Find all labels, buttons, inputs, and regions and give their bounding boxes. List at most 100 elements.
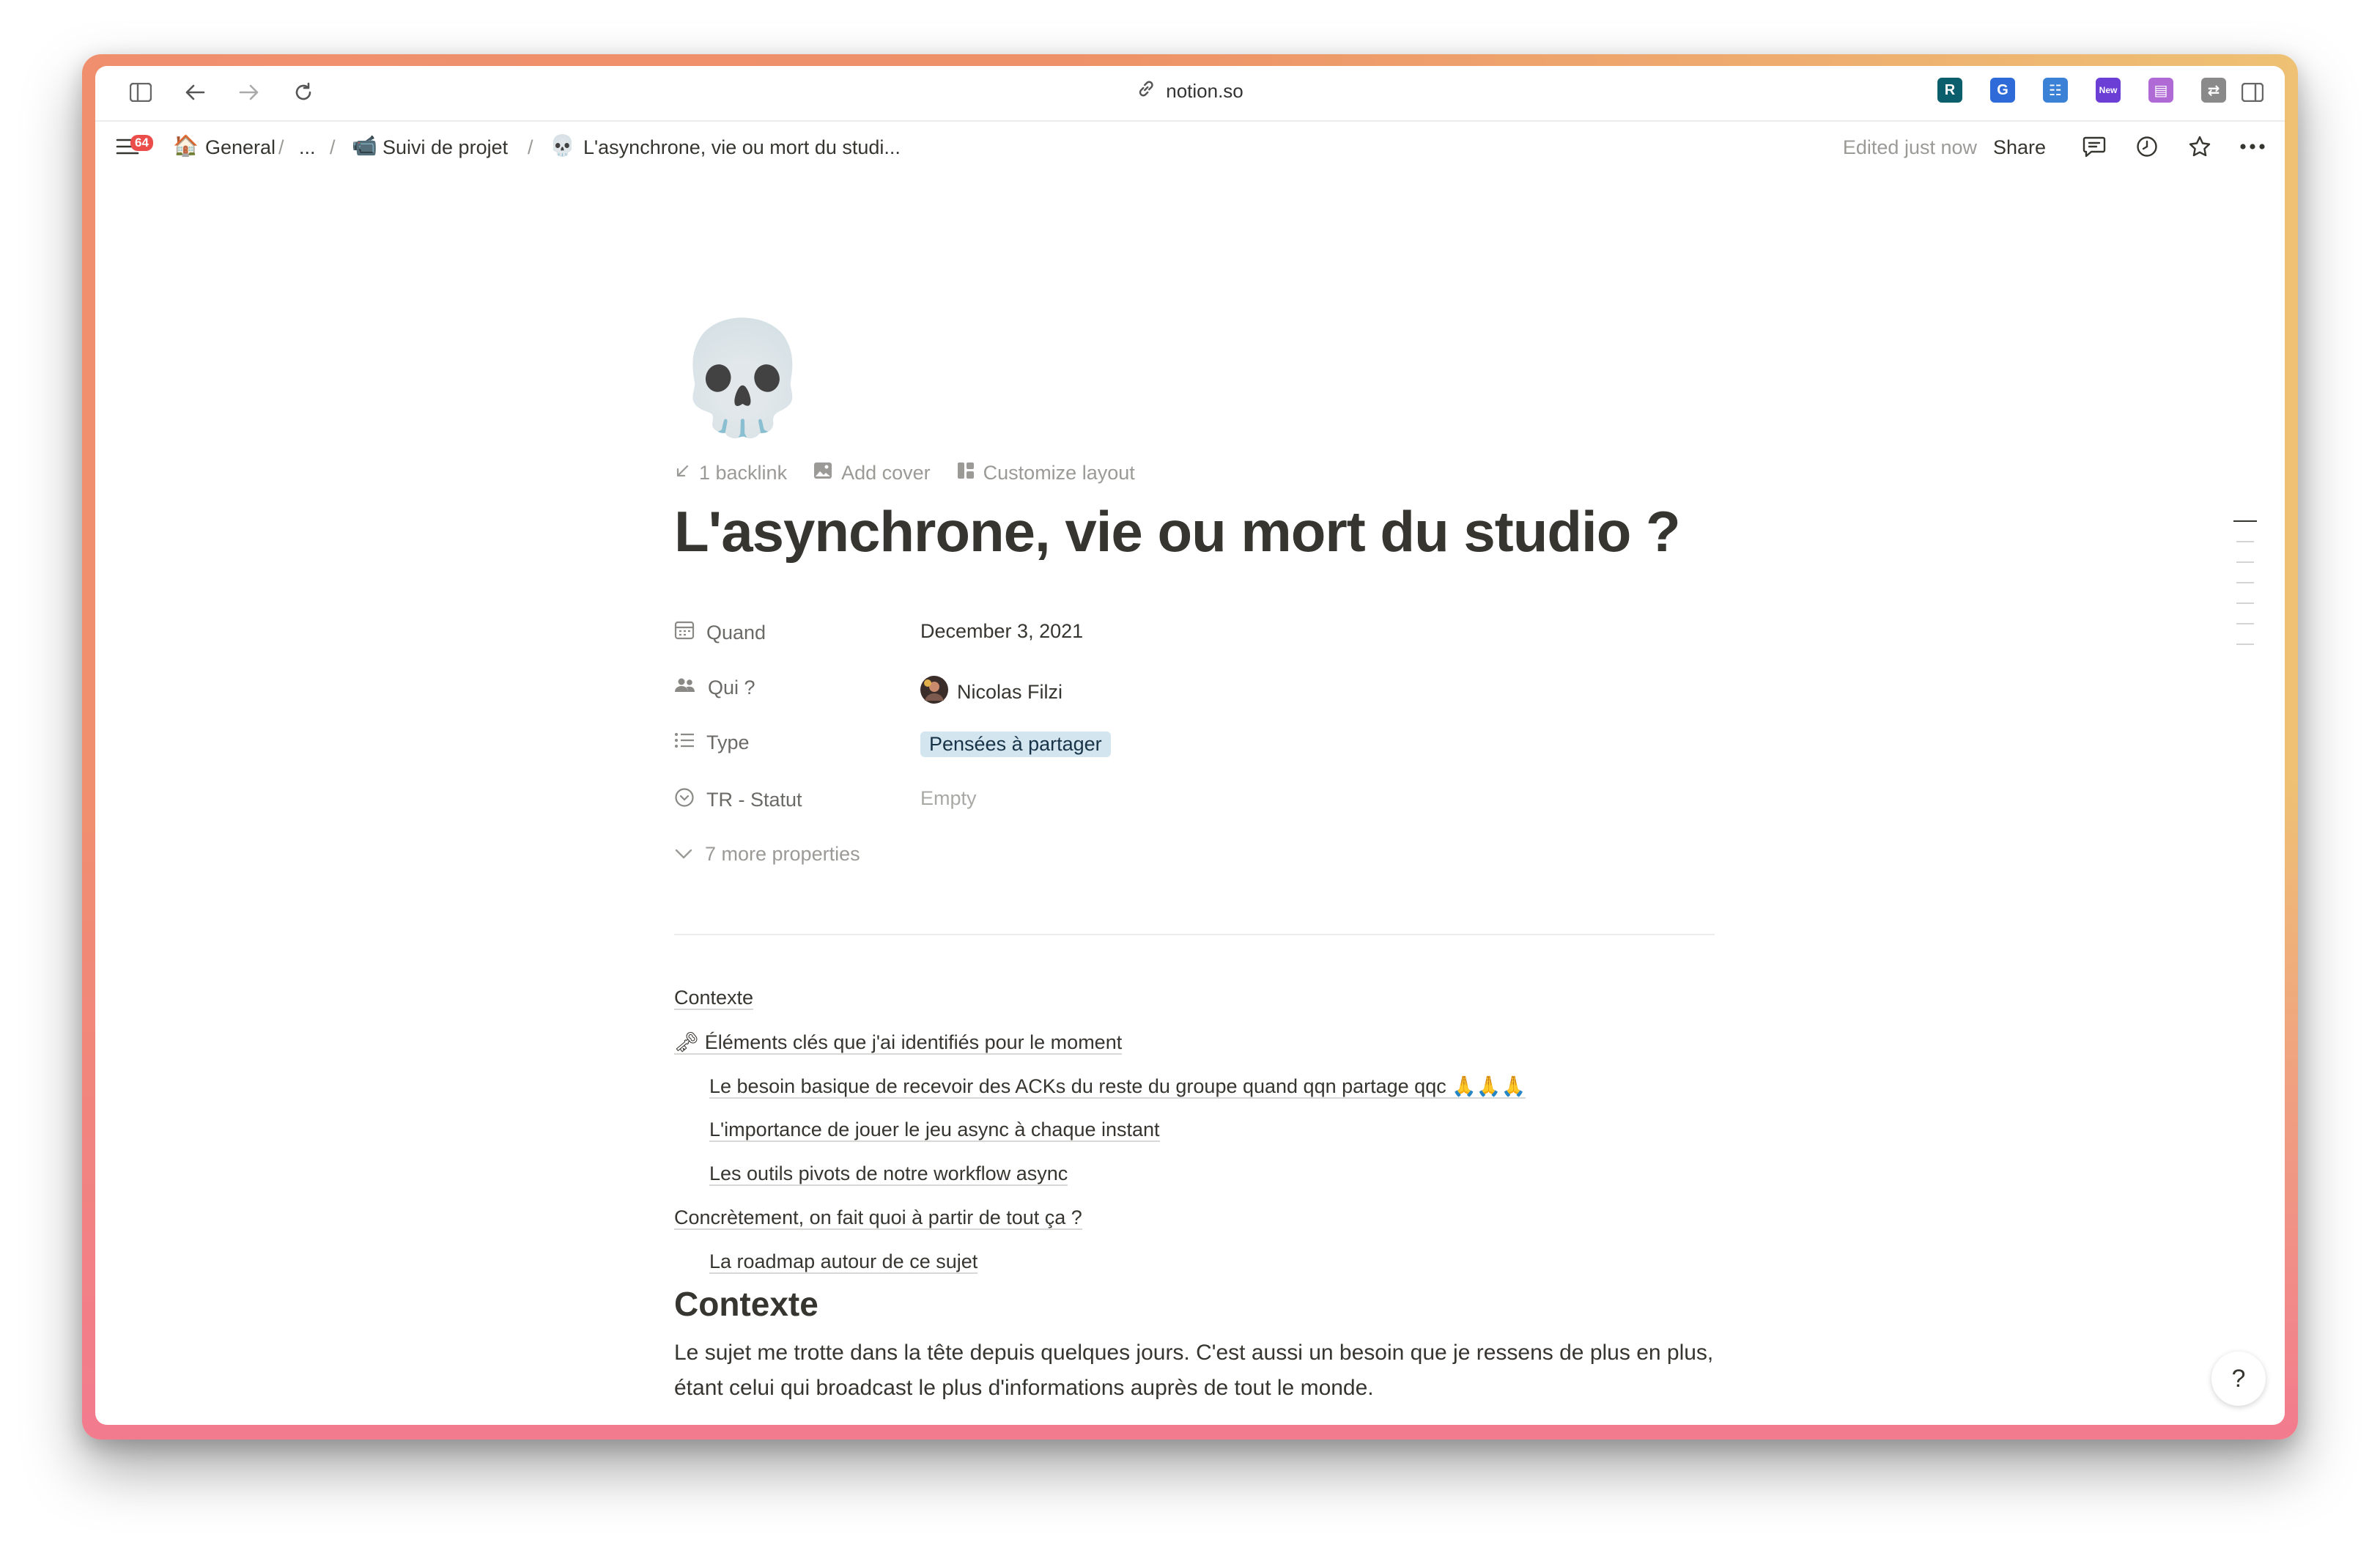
toc-link[interactable]: 🗝 Éléments clés que j'ai identifiés pour… xyxy=(674,1031,1123,1055)
sidebar-toggle-icon[interactable] xyxy=(126,78,155,107)
property-qui[interactable]: Qui ? Nicolas Filzi xyxy=(674,676,1715,720)
toc-link[interactable]: Le besoin basique de recevoir des ACKs d… xyxy=(709,1075,1526,1099)
property-statut[interactable]: TR - Statut Empty xyxy=(674,787,1715,831)
outline-line[interactable] xyxy=(2236,541,2254,542)
url-text: notion.so xyxy=(1166,80,1243,102)
favorite-star-icon[interactable] xyxy=(2185,132,2214,161)
list-icon xyxy=(674,731,695,754)
toc-item[interactable]: Contexte xyxy=(674,987,754,1010)
skull-icon: 💀 xyxy=(550,134,575,157)
share-button[interactable]: Share xyxy=(1993,136,2046,159)
history-clock-icon[interactable] xyxy=(2132,132,2162,161)
page-emoji-icon[interactable]: 💀 xyxy=(674,322,811,432)
toc-link[interactable]: Concrètement, on fait quoi à partir de t… xyxy=(674,1206,1082,1230)
backlink-label: 1 backlink xyxy=(699,462,788,484)
property-quand[interactable]: Quand December 3, 2021 xyxy=(674,620,1715,664)
link-icon xyxy=(1137,79,1156,103)
quand-label: Quand xyxy=(706,622,766,644)
page-title[interactable]: L'asynchrone, vie ou mort du studio ? xyxy=(674,498,1681,565)
add-cover-button[interactable]: Add cover xyxy=(813,462,931,484)
customize-layout-button[interactable]: Customize layout xyxy=(957,462,1135,484)
toc-link[interactable]: L'importance de jouer le jeu async à cha… xyxy=(709,1118,1160,1142)
calendar-icon xyxy=(674,620,695,646)
toc-link[interactable]: La roadmap autour de ce sujet xyxy=(709,1250,978,1274)
browser-toolbar: notion.so R G ☷ New ▤ ⇄ xyxy=(95,66,2285,122)
help-button[interactable]: ? xyxy=(2211,1352,2266,1406)
split-view-icon[interactable] xyxy=(2238,78,2267,107)
breadcrumb-separator: / xyxy=(528,136,533,158)
browser-window: notion.so R G ☷ New ▤ ⇄ 64 🏠 General / ... / … xyxy=(95,66,2285,1425)
breadcrumb-separator: / xyxy=(278,136,284,158)
ext-new-icon[interactable]: New xyxy=(2096,78,2121,103)
properties-divider xyxy=(674,934,1715,935)
backlink-button[interactable]: 1 backlink xyxy=(674,462,787,484)
reload-icon[interactable] xyxy=(289,78,318,107)
ext-grammarly-icon[interactable]: G xyxy=(1990,78,2015,103)
comments-icon[interactable] xyxy=(2080,132,2109,161)
quand-value[interactable]: December 3, 2021 xyxy=(920,620,1083,643)
outline-line[interactable] xyxy=(2236,623,2254,624)
breadcrumb-ellipsis[interactable]: ... xyxy=(299,136,316,159)
statut-empty: Empty xyxy=(920,787,977,809)
home-icon: 🏠 xyxy=(173,134,199,157)
property-label: 7 more properties xyxy=(674,843,860,866)
quand-date: December 3, 2021 xyxy=(920,620,1084,642)
statut-value[interactable]: Empty xyxy=(920,787,977,810)
notion-topbar: 64 🏠 General / ... / 📹 Suivi de projet /… xyxy=(95,122,2285,176)
toc-link[interactable]: Les outils pivots de notre workflow asyn… xyxy=(709,1162,1068,1186)
more-properties-toggle[interactable]: 7 more properties xyxy=(674,843,1715,887)
notification-badge: 64 xyxy=(130,135,153,151)
breadcrumb-separator: / xyxy=(330,136,336,158)
forward-arrow-icon[interactable] xyxy=(234,78,264,107)
ext-readwise-icon[interactable]: R xyxy=(1937,78,1962,103)
breadcrumb-parent[interactable]: Suivi de projet xyxy=(382,136,508,159)
more-options-icon[interactable] xyxy=(2238,132,2267,161)
qui-label: Qui ? xyxy=(708,677,755,699)
window-frame: notion.so R G ☷ New ▤ ⇄ 64 🏠 General / ... / … xyxy=(82,54,2298,1440)
outline-line[interactable] xyxy=(2236,602,2254,604)
toc-item[interactable]: Le besoin basique de recevoir des ACKs d… xyxy=(709,1075,1526,1099)
arrow-down-left-icon xyxy=(674,462,690,484)
back-arrow-icon[interactable] xyxy=(180,78,210,107)
property-label: Qui ? xyxy=(674,676,755,700)
toc-item[interactable]: 🗝 Éléments clés que j'ai identifiés pour… xyxy=(674,1031,1123,1055)
property-label: Type xyxy=(674,731,750,754)
address-bar[interactable]: notion.so xyxy=(1137,79,1243,103)
outline-line[interactable] xyxy=(2236,561,2254,563)
section-heading[interactable]: Contexte xyxy=(674,1284,818,1324)
outline-line[interactable] xyxy=(2236,644,2254,645)
people-icon xyxy=(674,676,696,700)
qui-value[interactable]: Nicolas Filzi xyxy=(920,676,1062,709)
chevron-down-icon xyxy=(674,843,693,866)
body-paragraph[interactable]: Le sujet me trotte dans la tête depuis q… xyxy=(674,1335,1715,1406)
toc-item[interactable]: L'importance de jouer le jeu async à cha… xyxy=(709,1118,1160,1142)
ext-toggle-icon[interactable]: ⇄ xyxy=(2201,78,2226,103)
outline-line[interactable] xyxy=(2233,520,2257,522)
toc-link[interactable]: Contexte xyxy=(674,987,754,1010)
help-icon: ? xyxy=(2231,1364,2246,1393)
property-label: TR - Statut xyxy=(674,787,802,813)
type-tag: Pensées à partager xyxy=(920,731,1111,757)
toc-item[interactable]: Concrètement, on fait quoi à partir de t… xyxy=(674,1206,1082,1230)
edited-status: Edited just now xyxy=(1842,136,1977,158)
add-cover-label: Add cover xyxy=(841,462,931,484)
camera-icon: 📹 xyxy=(352,134,377,157)
property-type[interactable]: Type Pensées à partager xyxy=(674,731,1715,775)
outline-line[interactable] xyxy=(2236,582,2254,583)
property-label: Quand xyxy=(674,620,766,646)
image-icon xyxy=(813,462,832,484)
statut-label: TR - Statut xyxy=(706,789,802,811)
page-outline[interactable] xyxy=(2233,520,2257,664)
toc-item[interactable]: Les outils pivots de notre workflow asyn… xyxy=(709,1162,1068,1186)
breadcrumb-workspace[interactable]: General xyxy=(205,136,276,159)
ext-table-icon[interactable]: ☷ xyxy=(2043,78,2068,103)
status-circle-icon xyxy=(674,787,695,813)
type-value[interactable]: Pensées à partager xyxy=(920,731,1111,757)
avatar xyxy=(920,676,948,709)
toc-item[interactable]: La roadmap autour de ce sujet xyxy=(709,1250,978,1274)
person-name: Nicolas Filzi xyxy=(957,681,1063,703)
breadcrumb-current[interactable]: L'asynchrone, vie ou mort du studi... xyxy=(583,136,901,159)
type-label: Type xyxy=(706,731,750,753)
ext-notebook-icon[interactable]: ▤ xyxy=(2148,78,2173,103)
layout-icon xyxy=(957,462,975,484)
